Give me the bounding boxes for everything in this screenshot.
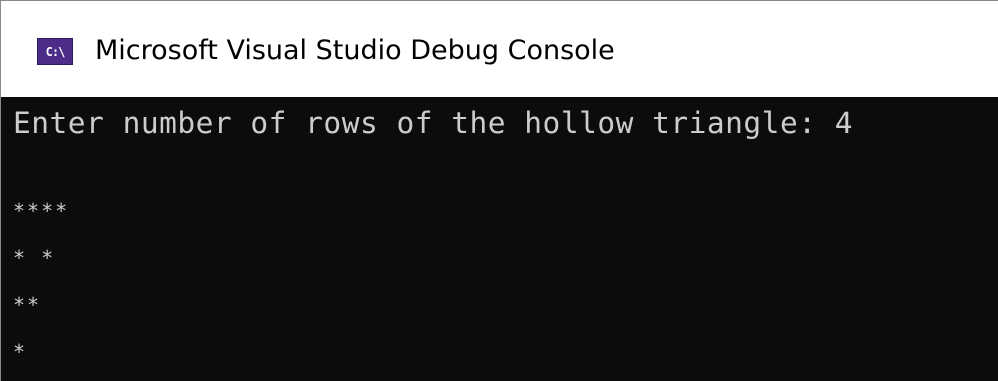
window-title: Microsoft Visual Studio Debug Console	[95, 35, 615, 66]
console-output-line: ****	[13, 199, 70, 223]
console-app-icon[interactable]: C:\	[37, 38, 73, 65]
console-output-area[interactable]: Enter number of rows of the hollow trian…	[1, 97, 998, 381]
console-output-line: * *	[13, 246, 56, 270]
console-prompt-line: Enter number of rows of the hollow trian…	[13, 106, 853, 140]
console-app-icon-text: C:\	[45, 44, 66, 59]
console-output-line: *	[13, 340, 28, 364]
console-output-line: **	[13, 293, 42, 317]
debug-console-window: C:\ Microsoft Visual Studio Debug Consol…	[0, 0, 998, 381]
title-bar[interactable]: C:\ Microsoft Visual Studio Debug Consol…	[1, 1, 998, 97]
